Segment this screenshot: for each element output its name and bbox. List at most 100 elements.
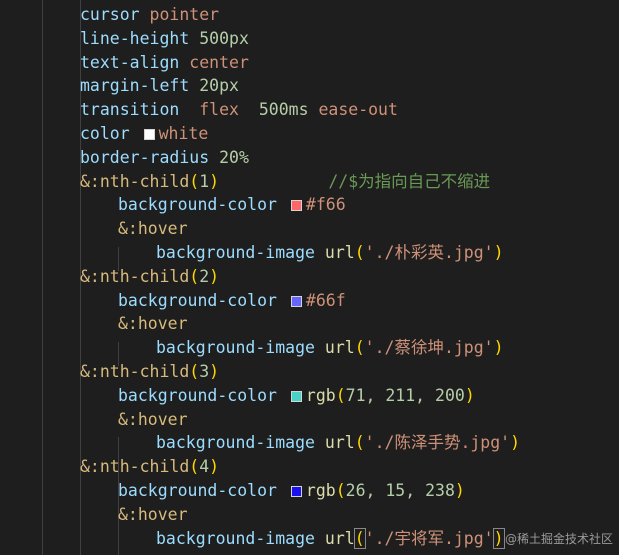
paren: ) xyxy=(209,266,220,286)
code-line[interactable]: &:hover xyxy=(0,312,619,336)
paren: ) xyxy=(464,385,475,405)
css-number: 2 xyxy=(199,266,210,286)
color-swatch[interactable] xyxy=(290,200,302,212)
css-string: './蔡徐坤.jpg' xyxy=(364,338,494,358)
css-selector: &:hover xyxy=(118,219,188,239)
paren: ( xyxy=(354,338,365,358)
css-function: rgb xyxy=(305,480,336,500)
color-swatch[interactable] xyxy=(290,485,302,497)
css-selector: &:nth-child xyxy=(80,171,190,191)
css-value: ease-out xyxy=(318,100,398,120)
code-line[interactable]: background-color rgb(26, 15, 238) xyxy=(0,479,619,503)
css-property: background-image xyxy=(156,242,315,262)
color-swatch[interactable] xyxy=(290,295,302,307)
code-line[interactable]: color white xyxy=(0,122,619,146)
paren: ( xyxy=(189,171,200,191)
css-function: url xyxy=(324,433,355,453)
css-property: text-align xyxy=(80,52,180,72)
css-property: background-color xyxy=(118,385,277,405)
code-line[interactable]: cursor pointer xyxy=(0,3,619,27)
paren: ( xyxy=(189,457,200,477)
paren: ) xyxy=(492,527,505,549)
paren: ) xyxy=(510,433,521,453)
css-property: background-image xyxy=(156,338,315,358)
css-number: 71, 211, 200 xyxy=(345,385,465,405)
css-number: 20px xyxy=(199,76,239,96)
paren: ) xyxy=(493,338,504,358)
code-line[interactable]: text-align center xyxy=(0,51,619,75)
paren: ( xyxy=(354,242,365,262)
code-line[interactable]: transition flex 500ms ease-out xyxy=(0,98,619,122)
css-value: flex xyxy=(199,100,239,120)
css-property: transition xyxy=(80,100,180,120)
color-swatch[interactable] xyxy=(143,128,155,140)
css-property: background-color xyxy=(118,290,277,310)
code-comment: //$为指向自己不缩进 xyxy=(328,171,491,191)
code-line[interactable]: margin-left 20px xyxy=(0,74,619,98)
paren: ( xyxy=(335,480,346,500)
code-line[interactable]: background-image url('./陈泽手势.jpg') xyxy=(0,431,619,455)
code-line[interactable]: line-height 500px xyxy=(0,27,619,51)
code-line[interactable]: background-image url('./朴彩英.jpg') xyxy=(0,241,619,265)
css-selector: &:hover xyxy=(118,504,188,524)
css-property: cursor xyxy=(80,5,140,24)
css-string: './陈泽手势.jpg' xyxy=(364,433,511,453)
css-property: background-image xyxy=(156,433,315,453)
css-selector: &:nth-child xyxy=(80,457,190,477)
css-number: 1 xyxy=(199,171,210,191)
code-line[interactable]: border-radius 20% xyxy=(0,146,619,170)
code-line[interactable]: &:hover xyxy=(0,503,619,527)
paren: ( xyxy=(353,527,366,549)
css-string: './朴彩英.jpg' xyxy=(364,242,494,262)
code-line[interactable]: &:nth-child(2) xyxy=(0,265,619,289)
code-line[interactable]: &:hover xyxy=(0,217,619,241)
css-selector: &:hover xyxy=(118,314,188,334)
css-number: 3 xyxy=(199,361,210,381)
code-line[interactable]: &:nth-child(1) //$为指向自己不缩进 xyxy=(0,170,619,194)
css-value: #66f xyxy=(305,290,346,310)
css-function: rgb xyxy=(305,385,336,405)
css-value: white xyxy=(158,123,209,143)
css-property: background-color xyxy=(118,480,277,500)
code-lines: cursor pointer line-height 500px text-al… xyxy=(0,3,619,550)
code-line[interactable]: background-color #66f xyxy=(0,289,619,313)
watermark: @稀土掘金技术社区 xyxy=(504,532,613,546)
css-property: background-color xyxy=(118,195,277,215)
paren: ( xyxy=(335,385,346,405)
css-value: center xyxy=(189,52,249,72)
css-value: pointer xyxy=(149,5,220,24)
paren: ) xyxy=(209,457,220,477)
code-line[interactable]: &:nth-child(3) xyxy=(0,360,619,384)
code-line[interactable]: &:hover xyxy=(0,408,619,432)
css-property: margin-left xyxy=(80,76,190,96)
css-function: url xyxy=(324,528,355,548)
paren: ) xyxy=(209,171,220,191)
paren: ( xyxy=(189,361,200,381)
code-line[interactable]: &:nth-child(4) xyxy=(0,455,619,479)
code-line[interactable]: background-image url('./蔡徐坤.jpg') xyxy=(0,336,619,360)
paren: ( xyxy=(354,433,365,453)
css-function: url xyxy=(324,338,355,358)
css-number: 26, 15, 238 xyxy=(345,480,455,500)
code-line[interactable]: background-color rgb(71, 211, 200) xyxy=(0,384,619,408)
css-property: border-radius xyxy=(80,147,210,167)
code-line[interactable]: background-color #f66 xyxy=(0,193,619,217)
css-selector: &:nth-child xyxy=(80,266,190,286)
css-number: 4 xyxy=(199,457,210,477)
code-editor[interactable]: cursor pointer line-height 500px text-al… xyxy=(0,0,619,555)
css-property: color xyxy=(80,123,130,143)
paren: ) xyxy=(209,361,220,381)
css-number: 20% xyxy=(219,147,249,167)
css-string: './宇将军.jpg' xyxy=(364,528,494,548)
paren: ( xyxy=(189,266,200,286)
css-number: 500ms xyxy=(258,100,309,120)
css-function: url xyxy=(324,242,355,262)
css-number: 500px xyxy=(199,28,249,48)
color-swatch[interactable] xyxy=(290,390,302,402)
css-property: line-height xyxy=(80,28,190,48)
css-selector: &:nth-child xyxy=(80,361,190,381)
paren: ) xyxy=(454,480,465,500)
paren: ) xyxy=(493,242,504,262)
css-value: #f66 xyxy=(305,195,346,215)
css-property: background-image xyxy=(156,528,315,548)
